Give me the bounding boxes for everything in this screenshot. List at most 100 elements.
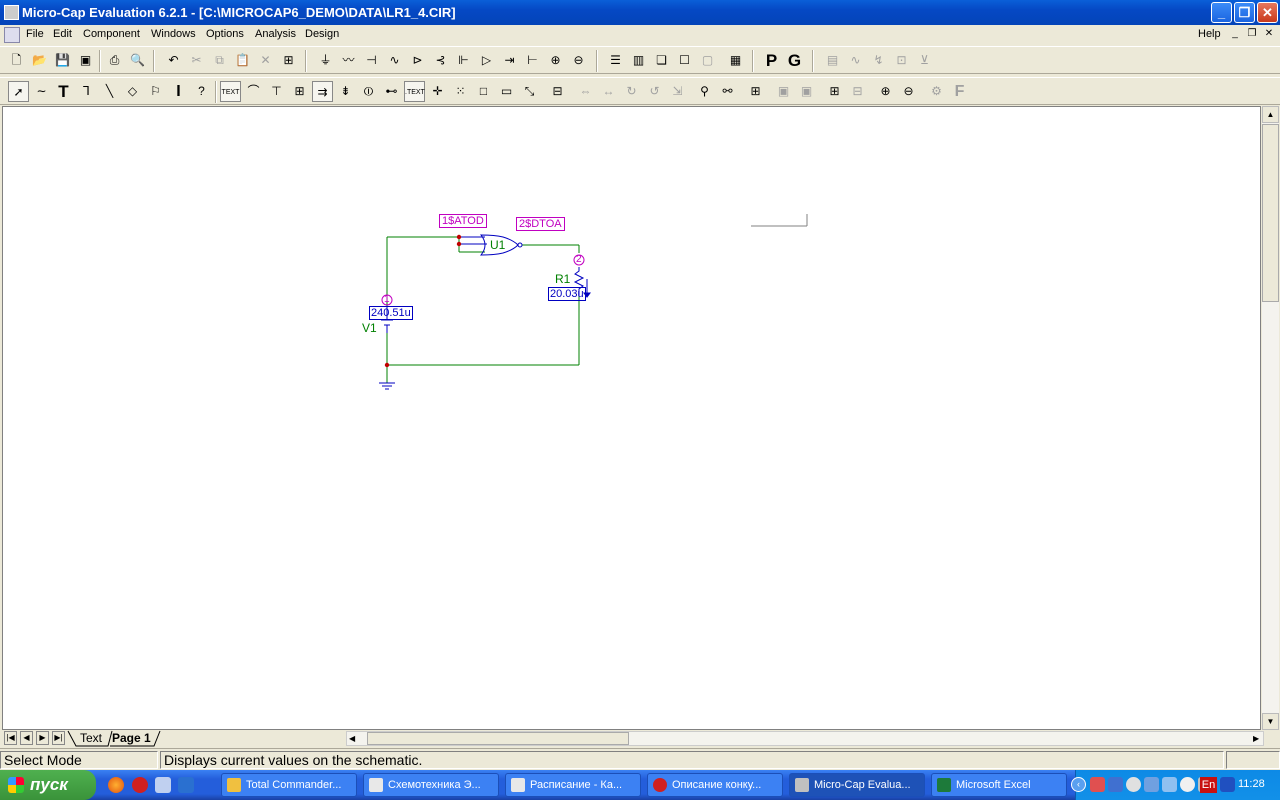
text-tool-icon[interactable]: T [53, 81, 74, 102]
firefox-icon[interactable] [108, 777, 124, 793]
tab-page-1[interactable]: Page 1 [112, 730, 151, 746]
next-page-button[interactable]: ▶ [36, 731, 49, 745]
gear-icon[interactable]: ⚙ [926, 81, 947, 102]
rotate-ccw-icon[interactable]: ↺ [644, 81, 665, 102]
zoom-in-icon[interactable]: ⊕ [875, 81, 896, 102]
scroll-right-button[interactable]: ▶ [1253, 732, 1259, 745]
vertical-scroll-thumb[interactable] [1262, 124, 1279, 302]
grid-dots-icon[interactable]: ⁙ [450, 81, 471, 102]
zoom-out-icon[interactable]: ⊖ [898, 81, 919, 102]
last-page-button[interactable]: ▶| [52, 731, 65, 745]
close-button[interactable]: ✕ [1257, 2, 1278, 23]
select-all-icon[interactable]: ⊞ [278, 50, 299, 71]
child-minimize-button[interactable]: _ [1228, 28, 1242, 41]
cascade-icon[interactable]: ❏ [651, 50, 672, 71]
power-display-icon[interactable]: ⏼ [358, 81, 379, 102]
pin-names-icon[interactable]: ⊤ [266, 81, 287, 102]
new-file-icon[interactable]: 🗋 [6, 50, 27, 71]
battery-icon[interactable]: ⊢ [522, 50, 543, 71]
orthogonal-wire-icon[interactable]: ⅂ [76, 81, 97, 102]
gate-output-label[interactable]: 2$DTOA [516, 217, 565, 231]
title-block-icon[interactable]: ▭ [496, 81, 517, 102]
menu-component[interactable]: Component [83, 28, 140, 40]
rotate-icon[interactable]: ↻ [621, 81, 642, 102]
paste-icon[interactable]: 📋 [232, 50, 253, 71]
restore-button[interactable]: ❐ [1234, 2, 1255, 23]
tray-app-icon[interactable] [1144, 777, 1159, 792]
disk-icon[interactable] [155, 777, 171, 793]
task-total-commander[interactable]: Total Commander... [221, 773, 357, 797]
help-cursor-icon[interactable]: ? [191, 81, 212, 102]
delete-page-icon[interactable]: ⊟ [847, 81, 868, 102]
probe-icon[interactable]: ⊡ [891, 50, 912, 71]
scroll-down-button[interactable]: ▼ [1262, 713, 1279, 730]
tile-horizontal-icon[interactable]: ☰ [605, 50, 626, 71]
tab-text[interactable]: Text [80, 730, 102, 746]
tray-app-icon[interactable] [1126, 777, 1141, 792]
app-icon[interactable] [4, 5, 19, 20]
delete-icon[interactable]: ✕ [255, 50, 276, 71]
find-icon[interactable]: ⚲ [694, 81, 715, 102]
diode-icon[interactable]: ⊳ [407, 50, 428, 71]
menu-file[interactable]: File [26, 28, 44, 40]
task-microcap[interactable]: Micro-Cap Evalua... [789, 773, 925, 797]
properties-icon[interactable]: ⊟ [547, 81, 568, 102]
shapes-icon[interactable]: ◇ [122, 81, 143, 102]
save-icon[interactable]: 💾 [52, 50, 73, 71]
grid-list-icon[interactable]: ▤ [822, 50, 843, 71]
cross-cursor-icon[interactable]: ✛ [427, 81, 448, 102]
vertical-scrollbar[interactable]: ▲ ▼ [1262, 106, 1279, 730]
node-voltages-icon[interactable]: ⇉ [312, 81, 333, 102]
binoculars-icon[interactable]: ⚯ [717, 81, 738, 102]
inductor-icon[interactable]: ∿ [384, 50, 405, 71]
flag-icon[interactable]: ⚐ [145, 81, 166, 102]
tray-app-icon[interactable] [1090, 777, 1105, 792]
f-button[interactable]: F [949, 81, 970, 102]
mosfet-icon[interactable]: ⊩ [453, 50, 474, 71]
stepping-icon[interactable]: ⊻ [914, 50, 935, 71]
node-numbers-icon[interactable]: ⊞ [289, 81, 310, 102]
border-icon[interactable]: □ [473, 81, 494, 102]
ie-icon[interactable] [178, 777, 194, 793]
minimize-button[interactable]: _ [1211, 2, 1232, 23]
resistor-name-label[interactable]: R1 [555, 272, 570, 286]
attribute-text-icon[interactable]: ⌒ [243, 81, 264, 102]
voltage-source-icon[interactable]: ⊕ [545, 50, 566, 71]
child-restore-button[interactable]: ❐ [1245, 28, 1259, 41]
scroll-left-button[interactable]: ◀ [349, 732, 355, 745]
current-source-icon[interactable]: ⊖ [568, 50, 589, 71]
tray-app-icon[interactable] [1162, 777, 1177, 792]
capacitor-icon[interactable]: ⊣ [361, 50, 382, 71]
menu-windows[interactable]: Windows [151, 28, 196, 40]
print-preview-icon[interactable]: 🔍 [127, 50, 148, 71]
line-icon[interactable]: ╲ [99, 81, 120, 102]
task-raspisanie[interactable]: Расписание - Ка... [505, 773, 641, 797]
print-icon[interactable]: ⎙ [104, 50, 125, 71]
sweep-icon[interactable]: ↯ [868, 50, 889, 71]
horizontal-scrollbar[interactable]: ◀ ▶ [346, 731, 1264, 746]
scroll-up-button[interactable]: ▲ [1262, 106, 1279, 123]
transistor-icon[interactable]: ⊰ [430, 50, 451, 71]
task-excel[interactable]: Microsoft Excel [931, 773, 1067, 797]
current-display-icon[interactable]: ⇟ [335, 81, 356, 102]
opera-icon[interactable] [132, 777, 148, 793]
tray-app-icon[interactable] [1108, 777, 1123, 792]
g-button[interactable]: G [784, 50, 805, 71]
menu-edit[interactable]: Edit [53, 28, 72, 40]
flip-icon[interactable]: ⇔ [575, 81, 596, 102]
opamp-icon[interactable]: ▷ [476, 50, 497, 71]
menu-analysis[interactable]: Analysis [255, 28, 296, 40]
calculator-icon[interactable]: ▦ [725, 50, 746, 71]
tile-vertical-icon[interactable]: ▥ [628, 50, 649, 71]
presentation-icon[interactable]: ⊞ [745, 81, 766, 102]
source-name-label[interactable]: V1 [362, 321, 377, 335]
menu-design[interactable]: Design [305, 28, 339, 40]
mirror-icon[interactable]: ↔ [598, 81, 619, 102]
schematic-canvas[interactable]: 1$ATOD 2$DTOA U1 R1 20.03u 2 240.51u V1 … [2, 106, 1261, 730]
maximize-window-icon[interactable]: ☐ [674, 50, 695, 71]
tray-expand-icon[interactable]: ‹ [1071, 777, 1086, 792]
ground-icon[interactable]: ⏚ [315, 50, 336, 71]
child-close-button[interactable]: ✕ [1262, 28, 1276, 41]
menu-help[interactable]: Help [1198, 28, 1221, 40]
show-text-icon[interactable]: TEXT [220, 81, 241, 102]
